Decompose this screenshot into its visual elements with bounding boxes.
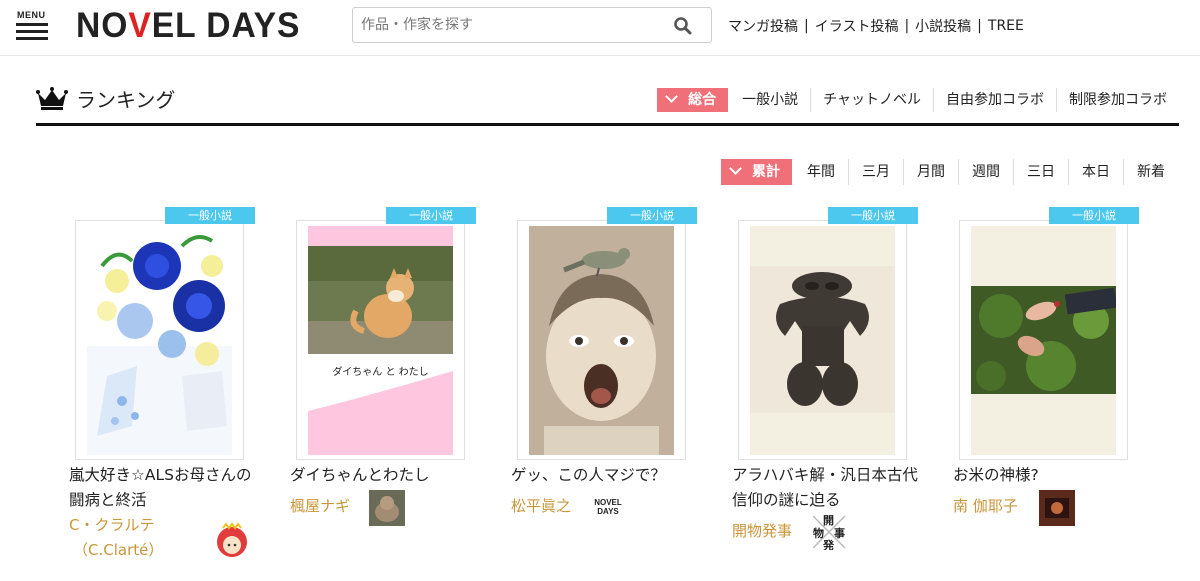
author-avatar[interactable] — [214, 522, 250, 558]
author-name-alt[interactable]: （C.Clarté） — [73, 538, 163, 563]
menu-button[interactable]: MENU — [14, 10, 50, 44]
tab-monthly[interactable]: 月間 — [903, 159, 958, 185]
cat-photo-icon — [308, 226, 453, 455]
logo-text-pre: NO — [76, 6, 129, 45]
avatar-char: 発 — [823, 539, 834, 550]
work-title[interactable]: ダイちゃんとわたし — [290, 463, 480, 488]
cover-image[interactable]: ダイちゃん と わたし — [308, 226, 453, 455]
tab-chat-novel[interactable]: チャットノベル — [810, 88, 933, 112]
ranking-title: ランキング — [76, 88, 176, 112]
mini-logo-line: DAYS — [597, 507, 619, 516]
genre-badge: 一般小説 — [1049, 207, 1139, 224]
chevron-down-icon — [665, 90, 678, 103]
work-title[interactable]: お米の神様? — [953, 463, 1143, 488]
cover-frame — [517, 220, 686, 460]
author-name[interactable]: 南 伽耶子 — [953, 494, 1018, 519]
dark-photo-icon — [1039, 490, 1075, 526]
cover-text: ダイちゃん と わたし — [332, 367, 429, 378]
blue-rose-bouquet-icon — [87, 226, 232, 455]
genre-badge: 一般小説 — [607, 207, 697, 224]
nav-novel-post[interactable]: 小説投稿 — [915, 16, 971, 36]
site-header: MENU NOVEL DAYS マンガ投稿 | イラスト投稿 | 小説投稿 | … — [0, 0, 1200, 56]
tab-cumulative[interactable]: 累計 — [721, 159, 792, 185]
nav-manga-post[interactable]: マンガ投稿 — [728, 16, 798, 36]
tab-label: 累計 — [752, 164, 780, 180]
cover-frame — [738, 220, 907, 460]
hamburger-bar — [16, 37, 48, 40]
tab-three-days[interactable]: 三日 — [1013, 159, 1068, 185]
search-input[interactable] — [361, 8, 661, 42]
search-box — [352, 7, 712, 43]
dogu-figurine-icon — [750, 226, 895, 455]
author-avatar[interactable]: NOVEL DAYS — [590, 490, 626, 526]
tab-weekly[interactable]: 週間 — [958, 159, 1013, 185]
cover-image[interactable] — [971, 226, 1116, 455]
cover-image[interactable] — [87, 226, 232, 455]
novel-days-mini-logo: NOVEL DAYS — [590, 498, 626, 516]
hands-in-foliage-icon — [971, 226, 1116, 455]
hamburger-bar — [16, 30, 48, 33]
logo-text-accent: V — [128, 6, 152, 45]
tab-label: 総合 — [688, 92, 717, 108]
tab-general-novel[interactable]: 一般小説 — [730, 88, 810, 112]
cover-frame — [959, 220, 1128, 460]
work-title[interactable]: アラハバキ解・汎日本古代信仰の謎に迫る — [732, 463, 922, 513]
author-name[interactable]: C・クラルテ — [69, 513, 154, 538]
nav-separator: | — [804, 18, 809, 34]
cat-photo-icon — [369, 490, 405, 526]
mini-logo-line: NOVEL — [594, 498, 622, 507]
tab-open-collab[interactable]: 自由参加コラボ — [933, 88, 1056, 112]
author-avatar[interactable] — [1039, 490, 1075, 526]
genre-badge: 一般小説 — [165, 207, 255, 224]
work-title[interactable]: ゲッ、この人マジで？ — [511, 463, 701, 488]
author-name[interactable]: 開物発事 — [732, 519, 792, 544]
chevron-down-icon — [729, 162, 742, 175]
ranking-header: ランキング 総合 一般小説 チャットノベル 自由参加コラボ 制限参加コラボ — [36, 84, 1179, 126]
author-avatar[interactable]: 開 物 事 発 — [811, 514, 847, 550]
hamburger-icon — [16, 23, 48, 26]
nav-tree[interactable]: TREE — [988, 18, 1024, 34]
genre-badge: 一般小説 — [828, 207, 918, 224]
red-hood-girl-icon — [214, 522, 250, 558]
tab-today[interactable]: 本日 — [1068, 159, 1123, 185]
genre-badge: 一般小説 — [386, 207, 476, 224]
nav-separator: | — [904, 18, 910, 34]
tab-new[interactable]: 新着 — [1123, 159, 1178, 185]
cover-image[interactable] — [750, 226, 895, 455]
author-name[interactable]: 松平眞之 — [511, 494, 571, 519]
tab-overall[interactable]: 総合 — [657, 88, 729, 112]
category-tabs: 総合 一般小説 チャットノベル 自由参加コラボ 制限参加コラボ — [657, 88, 1179, 112]
work-title[interactable]: 嵐大好き☆ALSお母さんの闘病と終活 — [69, 463, 259, 513]
search-icon[interactable] — [673, 16, 693, 36]
top-nav: マンガ投稿 | イラスト投稿 | 小説投稿 | TREE — [728, 16, 1024, 36]
avatar-char: 事 — [834, 527, 845, 540]
site-logo[interactable]: NOVEL DAYS — [76, 6, 300, 46]
author-name[interactable]: 楓屋ナギ — [290, 494, 350, 519]
nav-illust-post[interactable]: イラスト投稿 — [815, 16, 899, 36]
cover-frame — [75, 220, 244, 460]
menu-label: MENU — [17, 10, 46, 20]
avatar-char: 開 — [823, 514, 834, 527]
tab-yearly[interactable]: 年間 — [794, 159, 848, 185]
period-tabs: 累計 年間 三月 月間 週間 三日 本日 新着 — [721, 159, 1178, 185]
crown-icon — [36, 87, 68, 110]
nav-separator: | — [977, 18, 982, 34]
tab-limited-collab[interactable]: 制限参加コラボ — [1056, 88, 1179, 112]
shouting-child-with-bird-icon — [529, 226, 674, 455]
author-avatar[interactable] — [369, 490, 405, 526]
cover-frame: ダイちゃん と わたし — [296, 220, 465, 460]
logo-text-post: EL DAYS — [151, 6, 301, 45]
tab-three-months[interactable]: 三月 — [848, 159, 903, 185]
cover-image[interactable] — [529, 226, 674, 455]
